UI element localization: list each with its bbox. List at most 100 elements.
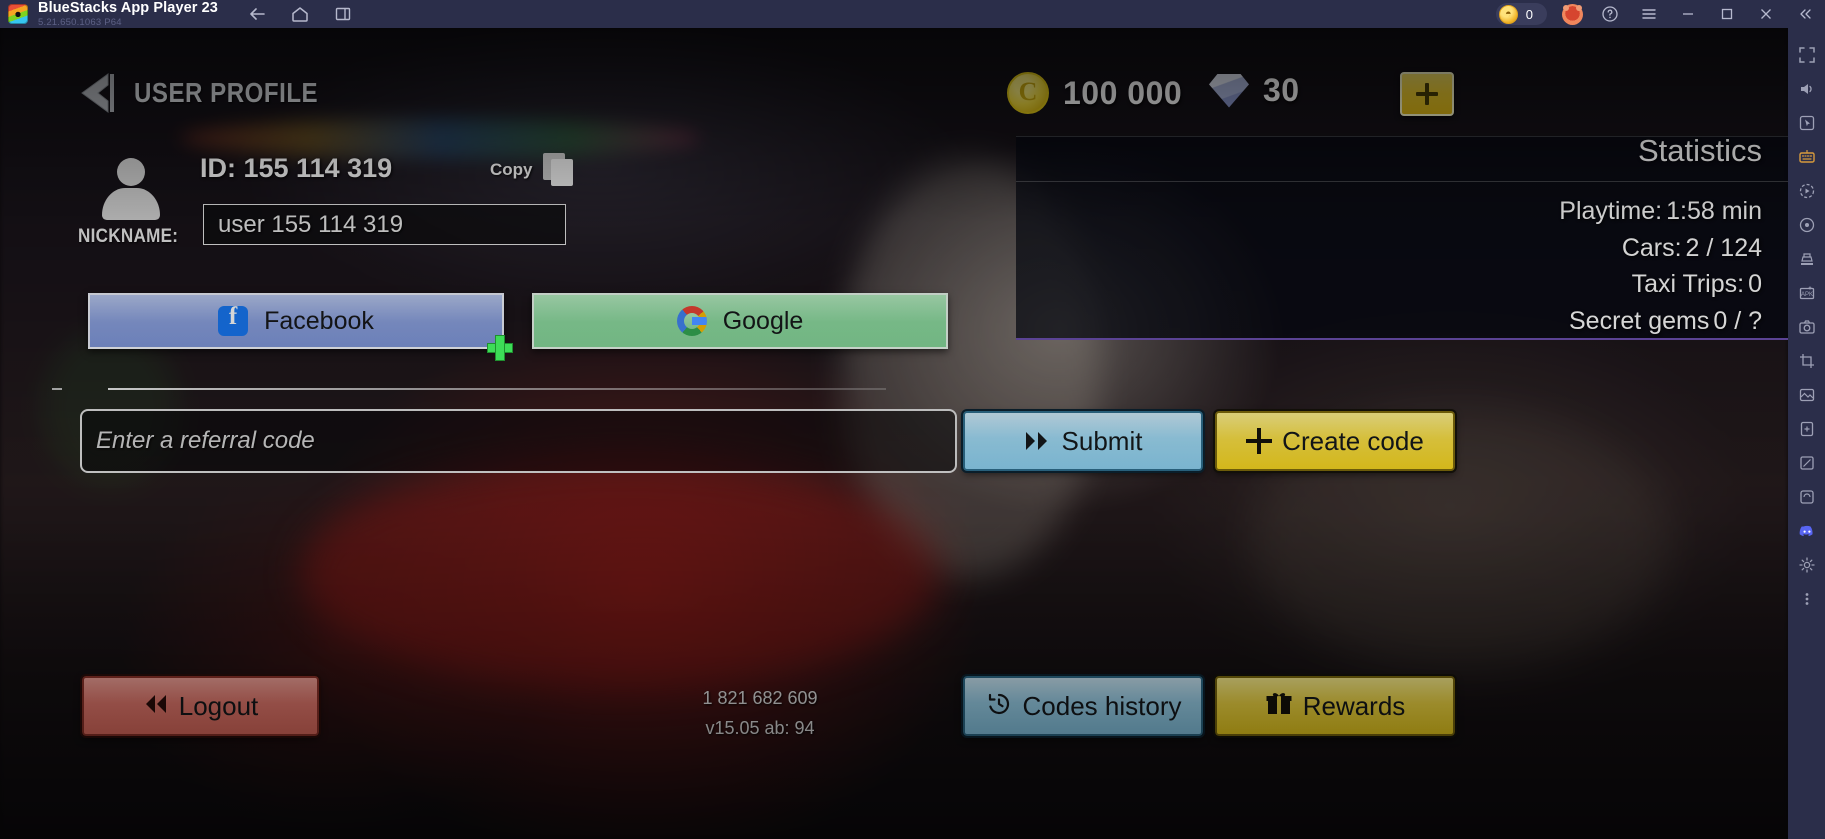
- screenshot-icon[interactable]: [1788, 310, 1825, 344]
- page-title: USER PROFILE: [134, 77, 319, 108]
- macro-icon[interactable]: [1788, 208, 1825, 242]
- eco-mode-icon[interactable]: [1788, 412, 1825, 446]
- bluestacks-titlebar: BlueStacks App Player 23 5.21.650.1063 P…: [0, 0, 1825, 28]
- menu-icon[interactable]: [1637, 3, 1661, 25]
- gift-icon: [1265, 691, 1293, 722]
- create-code-label: Create code: [1282, 425, 1424, 456]
- maximize-icon[interactable]: [1715, 3, 1739, 25]
- stat-label: Cars:: [1621, 233, 1682, 262]
- section-divider: [108, 388, 886, 390]
- gem-value: 30: [1263, 72, 1300, 108]
- history-clock-icon: [985, 690, 1013, 723]
- points-pill[interactable]: ◓ 0: [1495, 3, 1547, 25]
- stat-row-cars: Cars: 2 / 124: [1559, 230, 1762, 267]
- rewards-label: Rewards: [1302, 690, 1406, 721]
- copy-icon[interactable]: [542, 153, 575, 187]
- coin-balance[interactable]: 100 000: [1007, 72, 1182, 114]
- facebook-icon: [218, 303, 249, 336]
- titlebar-right: ◓ 0: [1495, 3, 1825, 25]
- google-label: Google: [722, 306, 804, 335]
- gem-balance[interactable]: 30: [1209, 72, 1300, 109]
- back-icon[interactable]: [246, 3, 268, 25]
- statistics-list: Playtime: 1:58 min Cars: 2 / 124 Taxi Trip…: [1559, 193, 1762, 339]
- stat-row-taxi-trips: Taxi Trips: 0: [1559, 266, 1762, 303]
- google-login-button[interactable]: Google: [532, 293, 948, 349]
- cursor-crosshair-icon: [487, 335, 513, 361]
- submit-button[interactable]: Submit: [961, 409, 1205, 473]
- gem-icon: [1209, 73, 1249, 108]
- app-title-block: BlueStacks App Player 23 5.21.650.1063 P…: [38, 1, 218, 27]
- logout-button[interactable]: Logout: [80, 674, 321, 738]
- fullscreen-icon[interactable]: [1788, 38, 1825, 72]
- double-arrow-icon: [1024, 430, 1052, 452]
- svg-text:APK: APK: [1800, 292, 1812, 298]
- record-icon[interactable]: [1788, 174, 1825, 208]
- game-header: USER PROFILE 100 000 30: [0, 28, 1788, 116]
- screen: BlueStacks App Player 23 5.21.650.1063 P…: [0, 0, 1825, 839]
- rotate-icon[interactable]: [1788, 480, 1825, 514]
- trim-icon[interactable]: [1788, 446, 1825, 480]
- back-button[interactable]: USER PROFILE: [76, 72, 348, 114]
- codes-history-label: Codes history: [1022, 690, 1182, 721]
- facebook-login-button[interactable]: Facebook: [88, 293, 504, 349]
- copy-id-button[interactable]: Copy: [490, 153, 575, 187]
- facebook-label: Facebook: [264, 306, 374, 335]
- crop-icon[interactable]: [1788, 344, 1825, 378]
- back-arrow-icon[interactable]: [76, 72, 120, 114]
- discord-icon[interactable]: [1788, 514, 1825, 548]
- points-value: 0: [1525, 6, 1533, 22]
- create-code-button[interactable]: Create code: [1213, 409, 1457, 473]
- plus-icon: [1416, 83, 1438, 105]
- logout-arrow-icon: [143, 693, 169, 720]
- plus-icon: [1246, 428, 1273, 454]
- background-photo: [0, 28, 1788, 839]
- minimize-icon[interactable]: [1676, 3, 1700, 25]
- install-apk-icon[interactable]: [1788, 242, 1825, 276]
- help-icon[interactable]: [1598, 3, 1622, 25]
- stat-label: Secret gems: [1569, 306, 1710, 335]
- volume-icon[interactable]: [1788, 72, 1825, 106]
- divider-tick: [52, 388, 62, 390]
- stat-label: Taxi Trips:: [1631, 270, 1745, 298]
- avatar: [100, 158, 162, 220]
- referral-code-input[interactable]: Enter a referral code: [80, 409, 957, 473]
- logout-label: Logout: [178, 690, 259, 721]
- media-manager-icon[interactable]: [1788, 378, 1825, 412]
- more-icon[interactable]: [1788, 582, 1825, 616]
- multi-instance-icon[interactable]: [332, 3, 354, 25]
- statistics-divider: [1016, 181, 1788, 182]
- collapse-icon[interactable]: [1793, 3, 1817, 25]
- coin-value: 100 000: [1063, 74, 1183, 111]
- keymapping-icon[interactable]: [1788, 140, 1825, 174]
- google-icon: [676, 306, 707, 336]
- avatar-body: [102, 188, 160, 220]
- app-title: BlueStacks App Player 23: [38, 0, 218, 16]
- stat-label: Playtime:: [1559, 197, 1663, 225]
- stat-row-playtime: Playtime: 1:58 min: [1559, 193, 1762, 230]
- nickname-input[interactable]: user 155 114 319: [203, 204, 566, 245]
- titlebar-nav: [246, 3, 354, 25]
- submit-label: Submit: [1061, 425, 1143, 456]
- codes-history-button[interactable]: Codes history: [961, 674, 1205, 738]
- cursor-icon[interactable]: [1788, 106, 1825, 140]
- rewards-button[interactable]: Rewards: [1213, 674, 1457, 738]
- bluestacks-sidebar: APK: [1788, 28, 1825, 839]
- app-version: 5.21.650.1063 P64: [38, 16, 122, 28]
- apk-plus-icon[interactable]: APK: [1788, 276, 1825, 310]
- coin-icon: [1007, 72, 1049, 114]
- user-id: ID: 155 114 319: [200, 153, 393, 183]
- mascot-icon[interactable]: [1562, 3, 1583, 25]
- stat-value: 0 / ?: [1713, 306, 1762, 335]
- nickname-label: NICKNAME:: [78, 226, 179, 247]
- add-currency-button[interactable]: [1400, 72, 1454, 116]
- close-icon[interactable]: [1754, 3, 1778, 25]
- game-viewport: USER PROFILE 100 000 30 Statistics Playt…: [0, 28, 1788, 839]
- home-icon[interactable]: [289, 3, 311, 25]
- statistics-title: Statistics: [1637, 133, 1762, 168]
- points-coin-icon: ◓: [1498, 4, 1518, 24]
- copy-label: Copy: [490, 160, 533, 179]
- settings-icon[interactable]: [1788, 548, 1825, 582]
- referral-placeholder: Enter a referral code: [96, 427, 315, 454]
- build-number: 1 821 682 609: [702, 688, 818, 708]
- stat-value: 0: [1748, 270, 1762, 298]
